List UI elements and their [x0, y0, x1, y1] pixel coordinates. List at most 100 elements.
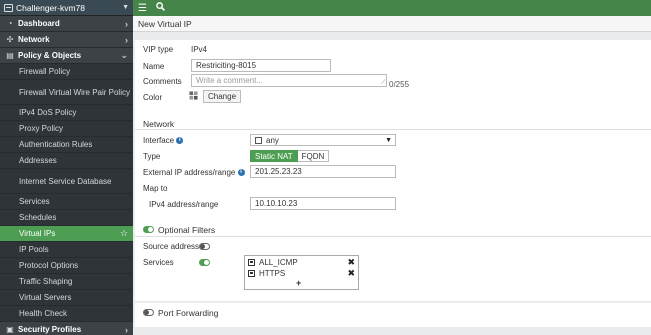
- sidebar-item-proxy-policy[interactable]: Proxy Policy: [0, 121, 133, 137]
- vip-type-label: VIP type: [143, 45, 174, 54]
- info-icon[interactable]: i: [237, 169, 245, 177]
- type-toggle: Static NAT FQDN: [250, 150, 330, 162]
- page-title: New Virtual IP: [133, 16, 651, 32]
- comments-counter: 0/255: [389, 80, 410, 89]
- ipv4-address-label: IPv4 address/range: [149, 200, 219, 209]
- network-section-title: Network: [143, 119, 175, 129]
- interface-label: Interface i: [143, 136, 184, 145]
- sidebar-item-label: Internet Service Database: [19, 177, 112, 186]
- source-address-toggle[interactable]: [199, 243, 210, 250]
- sidebar-item-label: Health Check: [19, 309, 68, 318]
- sidebar-item-schedules[interactable]: Schedules: [0, 210, 133, 226]
- search-icon[interactable]: [156, 2, 165, 14]
- sidebar-item-security-profiles[interactable]: ▣ Security Profiles ›: [0, 322, 133, 335]
- interface-label-text: Interface: [143, 136, 175, 145]
- sidebar-item-protocol-options[interactable]: Protocol Options: [0, 258, 133, 274]
- sidebar-item-firewall-policy[interactable]: Firewall Policy: [0, 64, 133, 80]
- interface-select[interactable]: any ▼: [250, 134, 396, 146]
- chevron-down-icon: ⌄: [120, 50, 128, 60]
- main-content: New Virtual IP VIP type IPv4 Name Restri…: [133, 16, 651, 335]
- sidebar-item-label: Traffic Shaping: [19, 277, 73, 286]
- services-toggle[interactable]: [199, 259, 210, 266]
- sidebar-item-label: IP Pools: [19, 245, 49, 254]
- device-selector[interactable]: Challenger-kvm78 ▼: [0, 0, 133, 16]
- sidebar-item-dos-policy[interactable]: IPv4 DoS Policy: [0, 105, 133, 121]
- remove-icon[interactable]: ✖: [347, 268, 355, 279]
- change-color-button[interactable]: Change: [203, 90, 242, 103]
- sidebar-item-label: Schedules: [19, 213, 57, 222]
- service-name: ALL_ICMP: [259, 258, 298, 267]
- sidebar-item-label: Authentication Rules: [19, 140, 93, 149]
- sidebar-item-internet-service-database[interactable]: Internet Service Database: [0, 169, 133, 194]
- star-icon[interactable]: ☆: [120, 228, 128, 239]
- sidebar-item-label: Network: [18, 35, 50, 44]
- sidebar-item-label: Addresses: [19, 156, 57, 165]
- port-forwarding-title: Port Forwarding: [158, 308, 219, 318]
- service-icon: [248, 270, 255, 277]
- sidebar-item-label: Virtual Servers: [19, 293, 72, 302]
- services-list: ALL_ICMP ✖ HTTPS ✖ +: [244, 255, 359, 290]
- type-fqdn[interactable]: FQDN: [297, 150, 330, 162]
- palette-icon: [189, 91, 198, 102]
- network-icon: ✣: [6, 35, 14, 44]
- info-icon[interactable]: i: [176, 137, 184, 145]
- sidebar-item-label: Security Profiles: [18, 325, 82, 334]
- remove-icon[interactable]: ✖: [347, 257, 355, 268]
- service-icon: [248, 259, 255, 266]
- interface-option-icon: [255, 136, 262, 144]
- sidebar-item-virtual-ips[interactable]: Virtual IPs ☆: [0, 226, 133, 242]
- sidebar-item-label: Virtual IPs: [19, 229, 56, 238]
- sidebar-item-label: Policy & Objects: [18, 51, 82, 60]
- resize-handle-icon[interactable]: ⟋: [381, 80, 385, 87]
- optional-filters-panel: Optional Filters Source address Services…: [135, 221, 651, 301]
- name-label: Name: [143, 62, 165, 71]
- external-ip-input[interactable]: 201.25.23.23: [250, 165, 396, 178]
- vip-basics-panel: VIP type IPv4 Name Restriciting-8015 Com…: [135, 40, 651, 122]
- sidebar-item-authentication-rules[interactable]: Authentication Rules: [0, 137, 133, 153]
- device-icon: [4, 3, 13, 12]
- divider: [135, 129, 651, 130]
- divider: [135, 236, 651, 237]
- chevron-right-icon: ›: [125, 34, 128, 45]
- sidebar-item-health-check[interactable]: Health Check: [0, 306, 133, 322]
- sidebar-item-label: IPv4 DoS Policy: [19, 108, 77, 117]
- sidebar-item-virtual-wire-pair-policy[interactable]: Firewall Virtual Wire Pair Policy: [0, 80, 133, 105]
- list-item: ALL_ICMP: [248, 258, 357, 267]
- sidebar-item-label: Protocol Options: [19, 261, 79, 270]
- ipv4-address-input[interactable]: 10.10.10.23: [250, 197, 396, 210]
- sidebar-item-label: Dashboard: [18, 19, 60, 28]
- policy-icon: ▤: [6, 51, 14, 60]
- add-service-icon[interactable]: +: [296, 278, 301, 288]
- top-bar: ☰: [133, 0, 651, 16]
- menu-icon[interactable]: ☰: [138, 3, 147, 14]
- optional-filters-title: Optional Filters: [158, 225, 216, 235]
- sidebar-item-policy-objects[interactable]: ▤ Policy & Objects ⌄: [0, 48, 133, 64]
- chevron-down-icon: ▼: [122, 4, 129, 11]
- external-ip-label: External IP address/range i: [143, 168, 245, 177]
- type-label: Type: [143, 152, 161, 161]
- list-item: HTTPS: [248, 269, 357, 278]
- external-ip-label-text: External IP address/range: [143, 168, 236, 177]
- sidebar-item-services[interactable]: Services: [0, 194, 133, 210]
- service-name: HTTPS: [259, 269, 286, 278]
- sidebar-item-virtual-servers[interactable]: Virtual Servers: [0, 290, 133, 306]
- sidebar-item-network[interactable]: ✣ Network ›: [0, 32, 133, 48]
- services-label: Services: [143, 258, 174, 267]
- comments-textarea[interactable]: Write a comment...: [191, 74, 387, 87]
- port-forwarding-toggle[interactable]: [143, 309, 154, 316]
- name-input[interactable]: Restriciting-8015: [191, 59, 331, 72]
- sidebar-item-label: Services: [19, 197, 50, 206]
- chevron-right-icon: ›: [125, 324, 128, 335]
- sidebar-item-traffic-shaping[interactable]: Traffic Shaping: [0, 274, 133, 290]
- sidebar-item-label: Firewall Virtual Wire Pair Policy: [19, 88, 130, 97]
- sidebar-item-dashboard[interactable]: ◔ Dashboard ›: [0, 16, 133, 32]
- sidebar-item-addresses[interactable]: Addresses: [0, 153, 133, 169]
- comments-label: Comments: [143, 77, 182, 86]
- device-name: Challenger-kvm78: [16, 2, 85, 13]
- type-static-nat[interactable]: Static NAT: [250, 150, 298, 162]
- dashboard-icon: ◔: [7, 19, 13, 28]
- sidebar-item-ip-pools[interactable]: IP Pools: [0, 242, 133, 258]
- map-to-label: Map to: [143, 184, 168, 193]
- vip-type-value: IPv4: [191, 45, 208, 54]
- optional-filters-toggle[interactable]: [143, 226, 154, 233]
